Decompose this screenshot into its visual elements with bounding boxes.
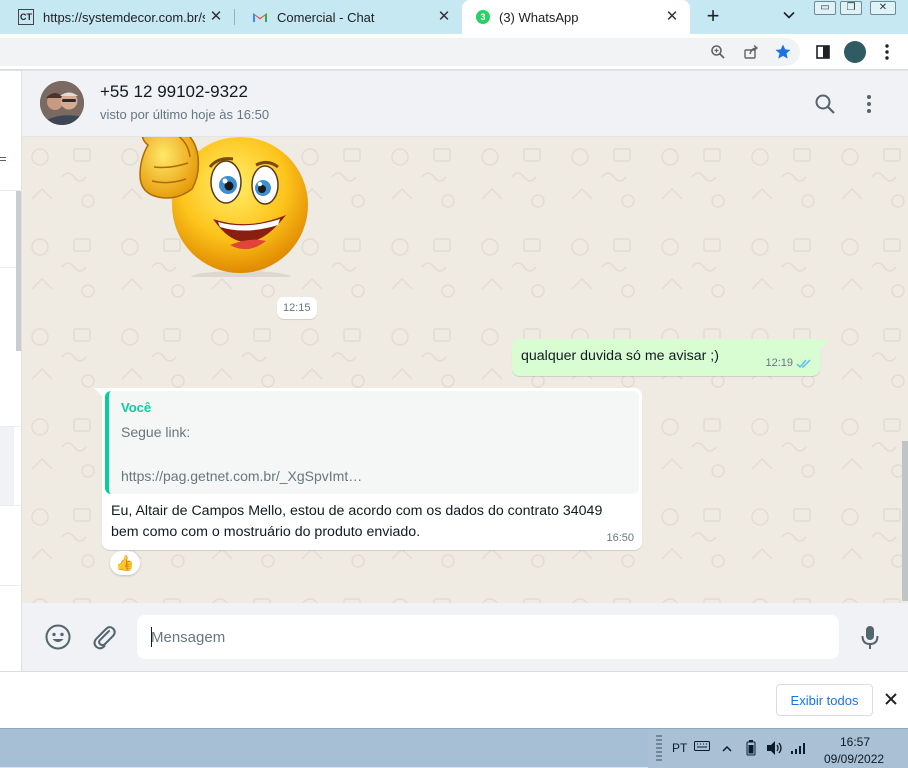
microphone-icon[interactable]	[856, 623, 884, 651]
close-tab-icon[interactable]: ✕	[436, 9, 452, 25]
close-tab-icon[interactable]: ✕	[664, 9, 680, 25]
gmail-icon	[252, 9, 268, 25]
divider	[0, 585, 22, 586]
whatsapp-badge-icon: 3	[476, 10, 490, 24]
message-text: qualquer duvida só me avisar ;)	[521, 348, 719, 364]
chat-list-scrollbar[interactable]	[16, 191, 21, 351]
side-panel-icon[interactable]	[813, 42, 833, 62]
downloads-bar: Exibir todos	[0, 671, 908, 728]
quoted-message[interactable]: Você Segue link: https://pag.getnet.com.…	[105, 391, 639, 494]
battery-icon[interactable]	[746, 740, 756, 759]
text-caret	[151, 627, 152, 647]
outgoing-message[interactable]: qualquer duvida só me avisar ;) 12:19	[512, 339, 820, 376]
clock-date[interactable]: 09/09/2022	[824, 752, 884, 766]
quote-text-line: Segue link:	[121, 424, 191, 440]
close-window-icon[interactable]: ✕	[870, 1, 896, 15]
quote-link-line: https://pag.getnet.com.br/_XgSpvImt…	[121, 468, 363, 484]
filter-icon[interactable]	[0, 157, 6, 158]
restore-window-icon[interactable]: ❐	[840, 1, 862, 15]
volume-icon[interactable]	[766, 740, 784, 759]
profile-avatar[interactable]	[844, 41, 866, 63]
last-seen-status: visto por último hoje às 16:50	[100, 107, 270, 122]
message-input[interactable]	[137, 615, 839, 659]
zoom-icon[interactable]	[708, 42, 728, 62]
message-list[interactable]: 12:15 qualquer duvida só me avisar ;) 12…	[22, 137, 908, 603]
address-bar[interactable]	[0, 38, 800, 66]
emoji-icon[interactable]	[44, 623, 72, 651]
tab-whatsapp[interactable]: 3 (3) WhatsApp ✕	[462, 0, 690, 34]
chat-list-item-selected[interactable]	[0, 427, 14, 505]
contact-name[interactable]: +55 12 99102-9322	[100, 82, 248, 102]
message-meta: 12:19	[765, 357, 812, 369]
bookmark-star-icon[interactable]	[773, 42, 793, 62]
browser-toolbar	[0, 34, 908, 70]
signal-icon[interactable]	[790, 741, 808, 758]
divider	[0, 505, 22, 506]
tab-systemdecor[interactable]: ϹT https://systemdecor.com.br/sg ✕	[0, 0, 234, 34]
message-time: 16:50	[606, 532, 634, 544]
contact-avatar[interactable]	[40, 81, 84, 125]
ct-logo-icon: ϹT	[18, 9, 34, 25]
tab-strip: ϹT https://systemdecor.com.br/sg ✕ Comer…	[0, 0, 908, 34]
incoming-message[interactable]: Você Segue link: https://pag.getnet.com.…	[102, 388, 642, 550]
attach-icon[interactable]	[90, 623, 118, 651]
chat-list-pane	[0, 71, 22, 671]
read-double-check-icon	[796, 359, 811, 368]
thumbs-up-reaction[interactable]: 👍	[110, 551, 140, 575]
browser-menu-icon[interactable]	[878, 43, 896, 61]
sticker-timestamp: 12:15	[277, 297, 317, 319]
thumbs-up-icon: 👍	[115, 555, 135, 572]
clock-time[interactable]: 16:57	[840, 735, 870, 749]
keyboard-icon[interactable]	[694, 740, 710, 755]
tab-comercial-chat[interactable]: Comercial - Chat ✕	[234, 0, 462, 34]
tab-title: (3) WhatsApp	[499, 9, 579, 25]
minimize-window-icon[interactable]: ▭	[814, 1, 836, 15]
tab-title: https://systemdecor.com.br/sg	[43, 9, 205, 25]
message-list-scrollbar[interactable]	[902, 441, 908, 601]
show-all-downloads-button[interactable]: Exibir todos	[776, 684, 873, 716]
close-icon[interactable]	[883, 691, 899, 707]
windows-taskbar: PT 16:57 09/09/2022	[0, 728, 908, 768]
tab-title: Comercial - Chat	[277, 9, 375, 25]
close-tab-icon[interactable]: ✕	[208, 9, 224, 25]
message-time: 12:19	[765, 357, 793, 369]
bubble-tail	[818, 339, 830, 351]
smiley-thumbs-up-sticker[interactable]	[118, 137, 318, 283]
menu-icon[interactable]	[857, 92, 881, 116]
message-text: Eu, Altair de Campos Mello, estou de aco…	[111, 503, 603, 540]
tray-arrow-icon[interactable]	[722, 742, 732, 756]
message-composer	[22, 603, 908, 671]
share-icon[interactable]	[741, 42, 761, 62]
quote-author: Você	[121, 400, 152, 415]
new-tab-button[interactable]: +	[702, 5, 724, 27]
conversation-header[interactable]: +55 12 99102-9322 visto por último hoje …	[22, 71, 908, 137]
tray-grip	[656, 735, 662, 763]
language-indicator[interactable]: PT	[672, 741, 687, 755]
tab-search-chevron-icon[interactable]	[782, 8, 796, 25]
search-icon[interactable]	[813, 92, 837, 116]
